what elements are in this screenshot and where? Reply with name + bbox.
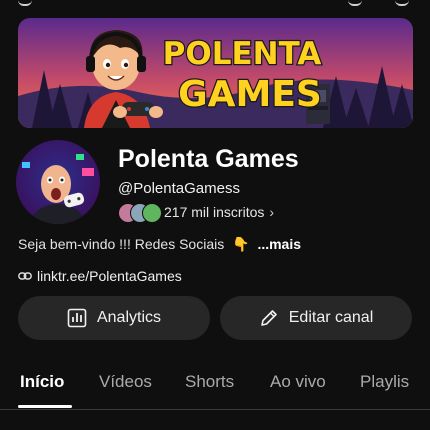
channel-handle: @PolentaGamess <box>118 180 240 197</box>
channel-link[interactable]: linktr.ee/PolentaGames <box>18 266 182 286</box>
channel-avatar[interactable] <box>16 140 100 224</box>
more-icon[interactable] <box>395 0 409 6</box>
more-link[interactable]: ...mais <box>257 236 301 252</box>
edit-channel-button[interactable]: Editar canal <box>220 296 412 340</box>
tabs-divider <box>0 409 430 410</box>
banner-title-line2: GAMES <box>178 74 322 115</box>
pencil-icon <box>260 310 277 326</box>
active-tab-indicator <box>18 405 72 408</box>
channel-banner: POLENTA GAMES <box>18 18 413 128</box>
subscriber-count: 217 mil inscritos <box>164 204 265 220</box>
analytics-button[interactable]: Analytics <box>18 296 210 340</box>
link-icon <box>18 272 32 280</box>
subscriber-avatars <box>118 202 162 223</box>
banner-title-line1: POLENTA <box>163 36 322 72</box>
subscriber-avatar <box>142 203 162 223</box>
tab-videos[interactable]: Vídeos <box>99 372 152 392</box>
edit-channel-label: Editar canal <box>288 309 374 326</box>
channel-tabs: Início Vídeos Shorts Ao vivo Playlis <box>0 372 430 408</box>
bar-chart-icon <box>67 308 87 328</box>
description-text: Seja bem-vindo !!! Redes Sociais <box>18 236 225 252</box>
pointing-down-emoji: 👇 <box>232 236 250 252</box>
back-icon[interactable] <box>18 0 32 6</box>
chevron-right-icon: › <box>269 204 275 220</box>
tab-ao-vivo[interactable]: Ao vivo <box>270 372 326 392</box>
analytics-label: Analytics <box>96 309 162 326</box>
top-app-bar <box>0 0 430 18</box>
subscribers-row[interactable]: 217 mil inscritos › <box>118 201 274 223</box>
tab-shorts[interactable]: Shorts <box>185 372 234 392</box>
tab-inicio[interactable]: Início <box>20 372 64 392</box>
link-text: linktr.ee/PolentaGames <box>37 268 182 284</box>
tab-playlists[interactable]: Playlis <box>360 372 409 392</box>
search-icon[interactable] <box>348 0 362 6</box>
channel-description[interactable]: Seja bem-vindo !!! Redes Sociais 👇 ...ma… <box>18 236 301 253</box>
channel-name: Polenta Games <box>118 145 299 173</box>
